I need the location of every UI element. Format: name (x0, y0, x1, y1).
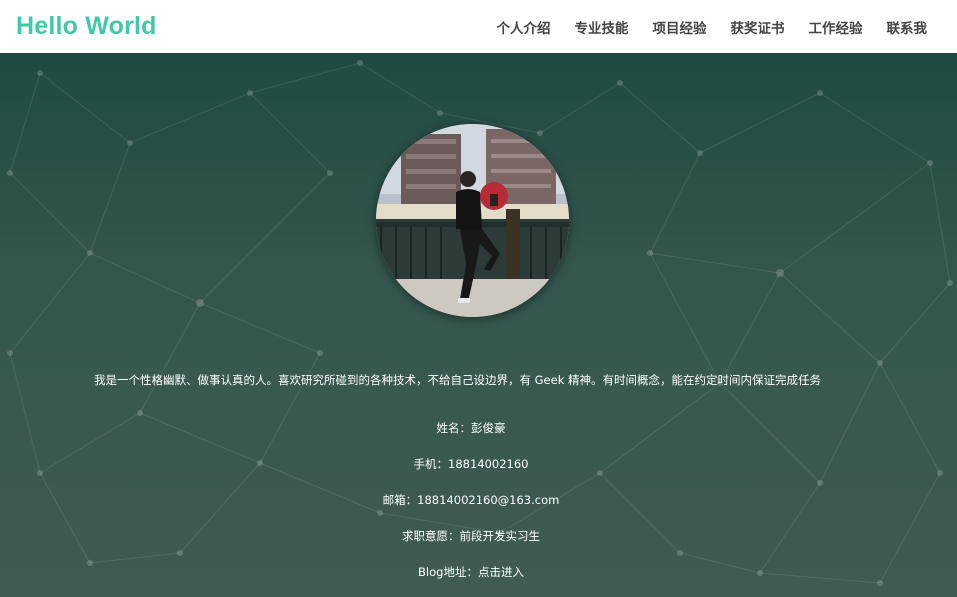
profile-content: 我是一个性格幽默、做事认真的人。喜欢研究所碰到的各种技术，不给自己设边界，有 G… (0, 53, 957, 597)
brand-logo[interactable]: Hello World (16, 12, 157, 41)
hero-section: 我是一个性格幽默、做事认真的人。喜欢研究所碰到的各种技术，不给自己设边界，有 G… (0, 53, 957, 597)
email-line: 邮箱：18814002160@163.com (382, 493, 560, 507)
blog-link[interactable]: 点击进入 (478, 565, 524, 579)
blog-line: Blog地址：点击进入 (0, 564, 942, 580)
job-intent-line: 求职意愿：前段开发实习生 (402, 529, 540, 543)
intro-text: 我是一个性格幽默、做事认真的人。喜欢研究所碰到的各种技术，不给自己设边界，有 G… (93, 373, 822, 387)
blog-label: Blog地址： (418, 565, 478, 579)
nav-item-contact[interactable]: 联系我 (887, 17, 928, 37)
profile-photo (376, 124, 569, 317)
phone-line: 手机：18814002160 (413, 457, 529, 471)
nav-item-skills[interactable]: 专业技能 (575, 17, 629, 37)
nav-item-projects[interactable]: 项目经验 (653, 17, 707, 37)
nav-menu: 个人介绍 专业技能 项目经验 获奖证书 工作经验 联系我 (497, 17, 942, 37)
avatar (376, 124, 569, 317)
nav-item-work[interactable]: 工作经验 (809, 17, 863, 37)
top-navbar: Hello World 个人介绍 专业技能 项目经验 获奖证书 工作经验 联系我 (0, 0, 957, 53)
nav-item-about[interactable]: 个人介绍 (497, 17, 551, 37)
nav-item-awards[interactable]: 获奖证书 (731, 17, 785, 37)
name-line: 姓名：彭俊豪 (436, 421, 506, 435)
